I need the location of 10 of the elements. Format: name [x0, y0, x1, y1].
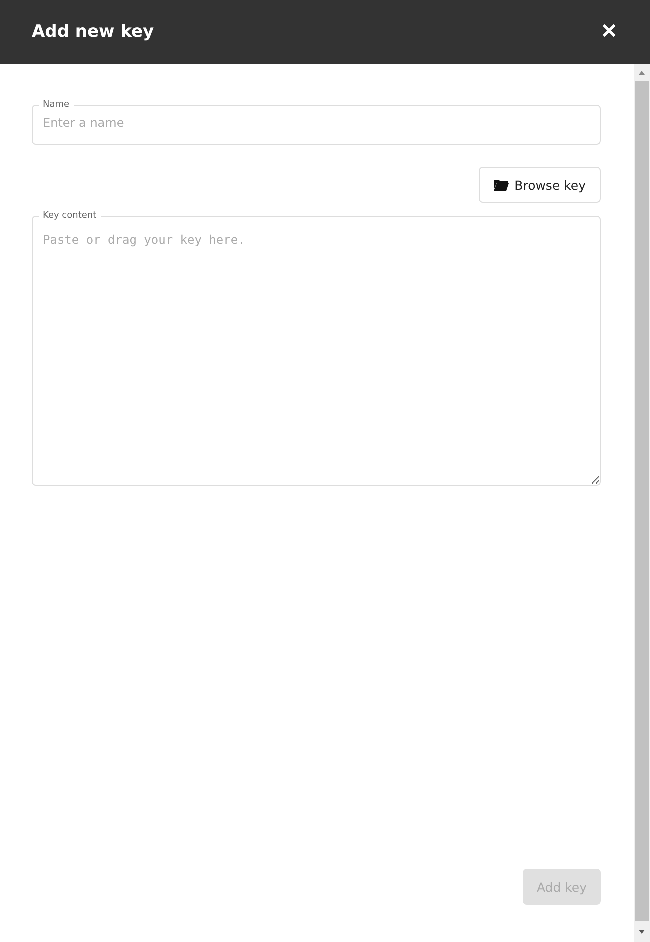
key-content-frame[interactable]: Key content Paste or drag your key here. [32, 211, 601, 486]
browse-key-button[interactable]: Browse key [478, 167, 601, 203]
name-field-frame[interactable]: Name Enter a name [32, 100, 601, 145]
field-label: Name [42, 100, 71, 110]
dialog-title: Add new key [32, 22, 154, 42]
name-field[interactable]: Enter a name [33, 110, 600, 144]
close-button[interactable]: ✕ [601, 22, 618, 42]
folder-icon [494, 179, 509, 191]
field-label: Key content [42, 211, 98, 221]
key-content-field[interactable]: Paste or drag your key here. [33, 221, 600, 485]
